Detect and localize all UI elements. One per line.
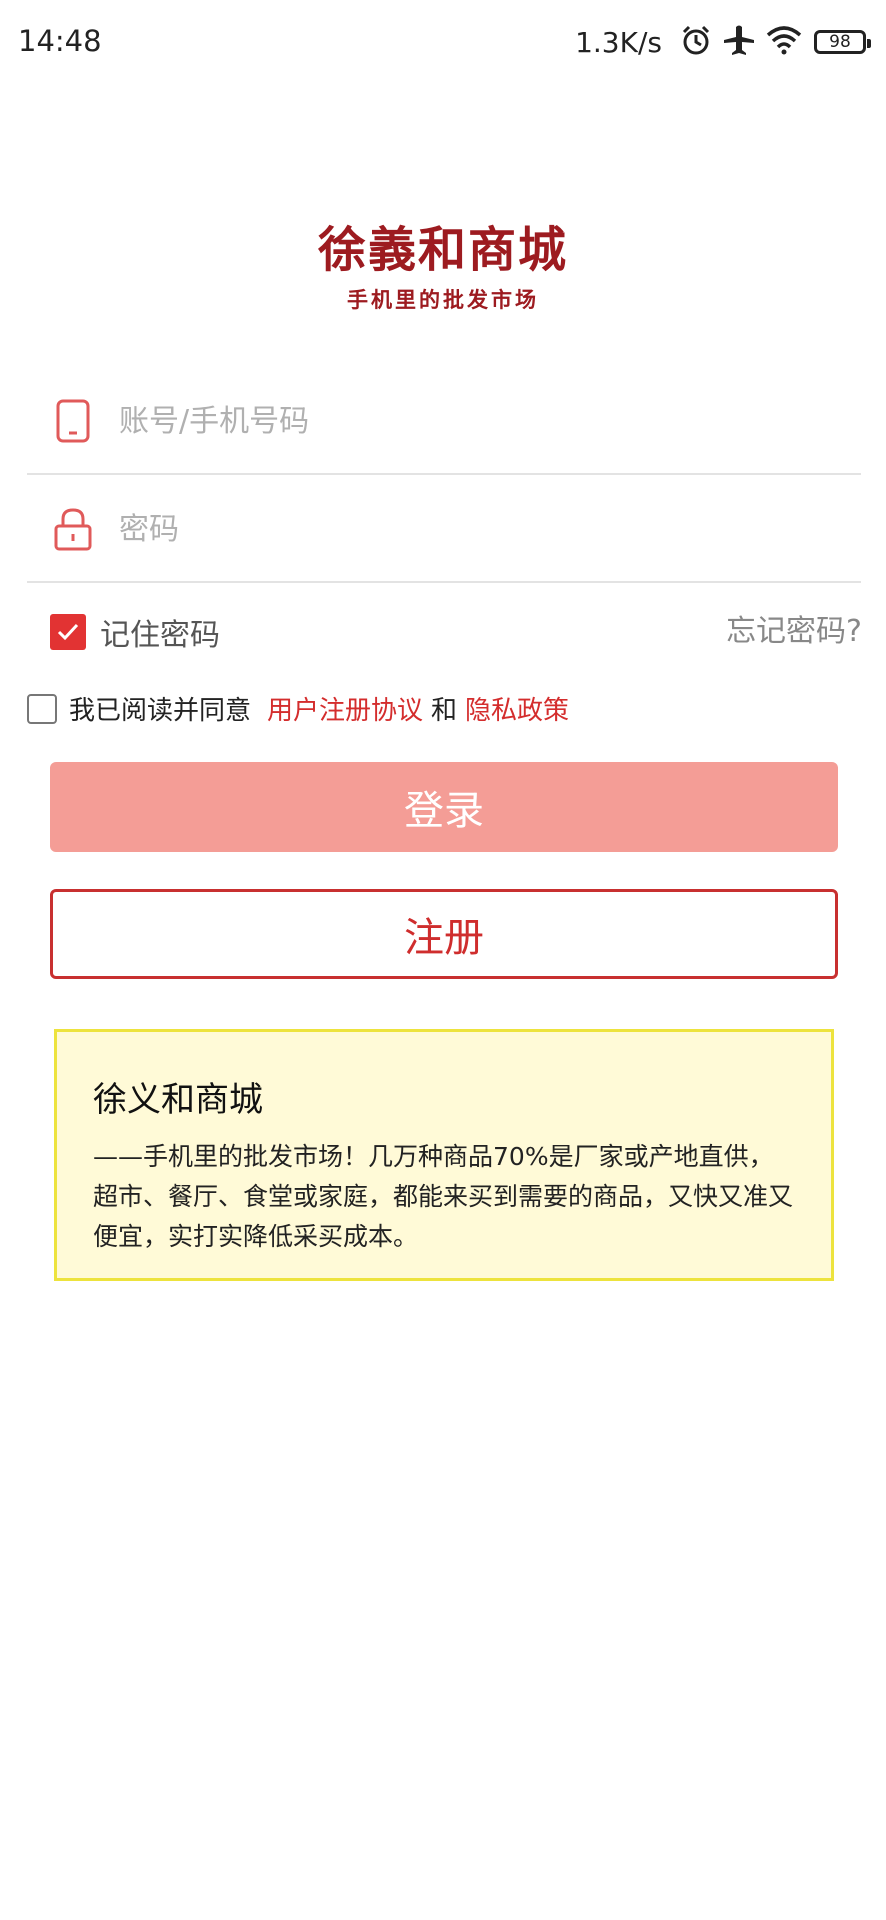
check-icon	[57, 623, 79, 641]
info-box: 徐义和商城 ——手机里的批发市场！几万种商品70%是厂家或产地直供，超市、餐厅、…	[54, 1029, 834, 1281]
remember-label: 记住密码	[100, 618, 220, 653]
user-agreement-link[interactable]: 用户注册协议	[267, 690, 423, 727]
privacy-policy-link[interactable]: 隐私政策	[465, 690, 569, 727]
logo-slogan: 手机里的批发市场	[347, 288, 539, 312]
register-button[interactable]: 注册	[50, 889, 838, 979]
agreement-checkbox[interactable]	[27, 693, 57, 724]
account-input[interactable]	[117, 392, 821, 450]
lock-icon	[51, 506, 95, 552]
password-field	[27, 476, 861, 583]
alarm-icon	[680, 24, 712, 60]
agreement-row: 我已阅读并同意 用户注册协议 和 隐私政策	[27, 690, 569, 727]
battery-level: 98	[829, 32, 851, 52]
remember-checkbox[interactable]	[50, 614, 86, 650]
login-button[interactable]: 登录	[50, 762, 838, 852]
logo-title: 徐義和商城	[317, 222, 568, 278]
forgot-password-link[interactable]: 忘记密码?	[726, 606, 862, 650]
status-time: 14:48	[18, 24, 102, 58]
phone-icon	[51, 398, 95, 444]
wifi-icon	[766, 25, 802, 59]
info-body: ——手机里的批发市场！几万种商品70%是厂家或产地直供，超市、餐厅、食堂或家庭，…	[93, 1142, 794, 1251]
account-field	[27, 368, 861, 475]
info-title: 徐义和商城	[93, 1080, 263, 1120]
battery-icon: 98	[814, 30, 871, 54]
agreement-prefix: 我已阅读并同意	[69, 696, 252, 726]
agreement-and: 和	[431, 696, 458, 726]
password-input[interactable]	[117, 500, 821, 558]
status-icons: 1.3K/s 98	[575, 22, 871, 62]
airplane-icon	[722, 23, 756, 61]
remember-password-row[interactable]: 记住密码	[50, 610, 220, 654]
app-logo: 徐義和商城 手机里的批发市场	[0, 210, 886, 314]
status-bar: 14:48 1.3K/s 98	[0, 0, 886, 88]
network-speed: 1.3K/s	[575, 25, 662, 59]
